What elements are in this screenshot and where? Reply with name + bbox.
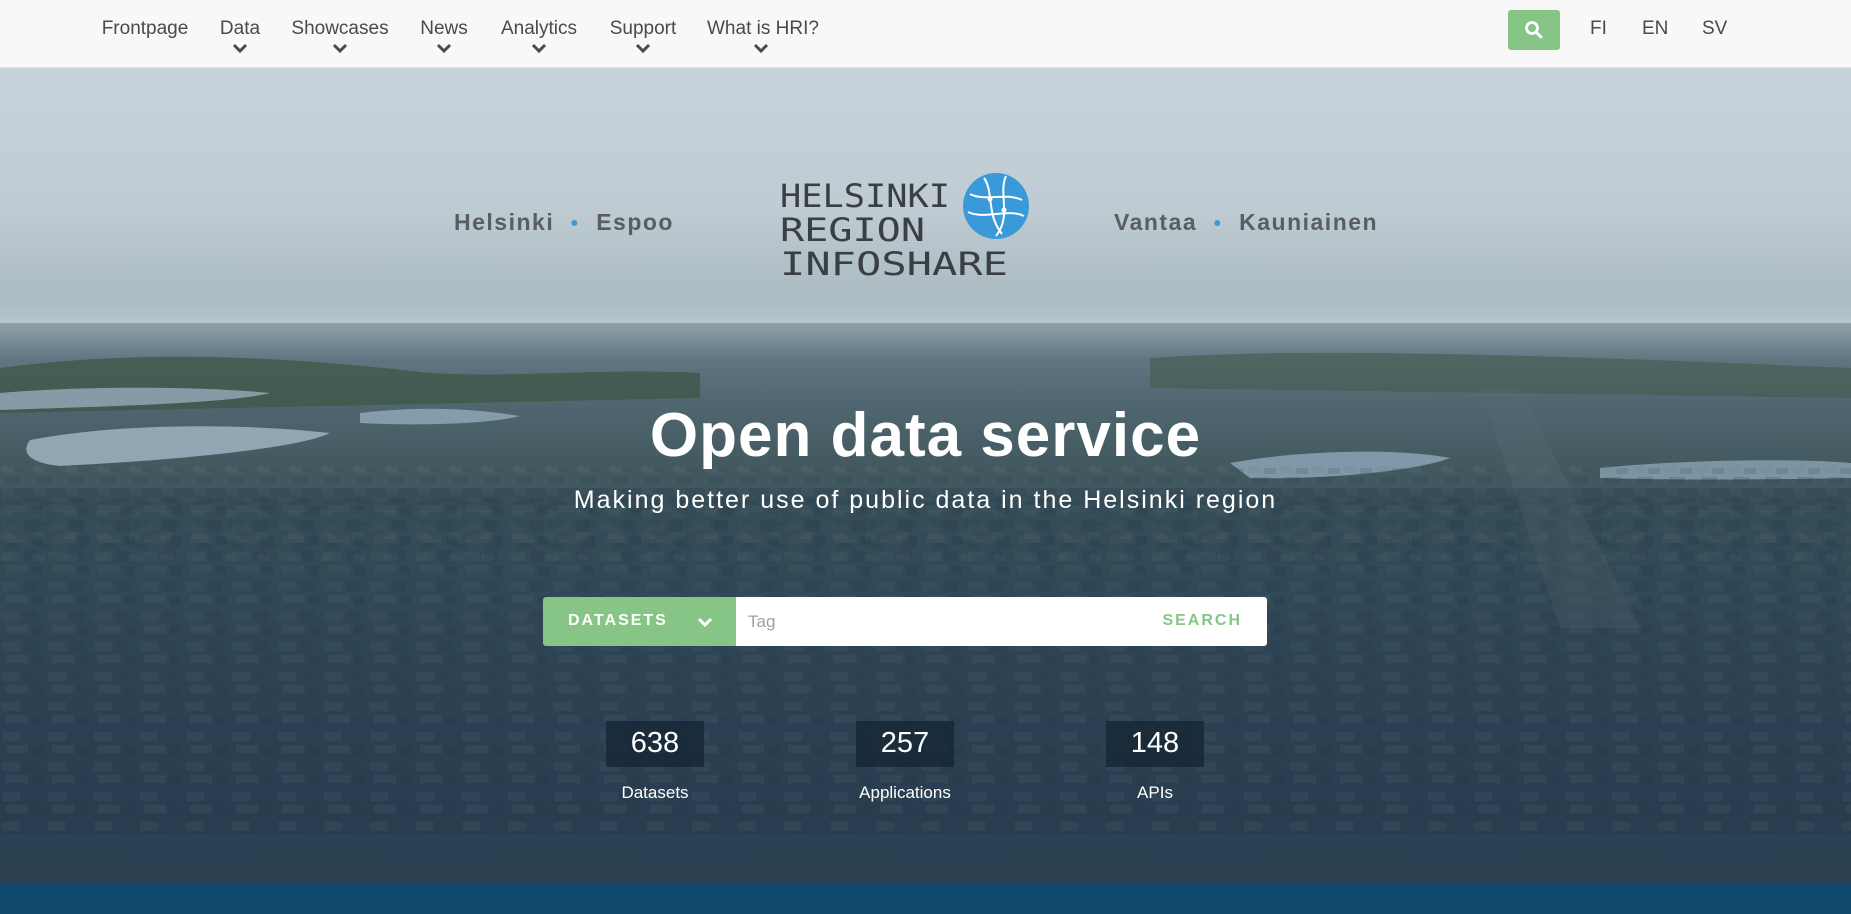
city-name: Helsinki [454,209,555,235]
chevron-down-icon [332,43,348,53]
hero-subtitle: Making better use of public data in the … [573,486,1278,514]
svg-text:HELSINKI: HELSINKI [780,177,950,215]
nav-item-data[interactable]: Data [210,0,270,68]
svg-text:REGION: REGION [780,211,925,249]
dot-separator-icon: ● [1213,214,1224,230]
lang-fi-link[interactable]: FI [1590,18,1607,40]
chevron-down-icon [232,43,248,53]
stat-datasets[interactable]: 638 Datasets [580,721,730,803]
nav-item-label: Support [609,18,677,39]
stat-apis[interactable]: 148 APIs [1080,721,1230,803]
top-navigation: Frontpage Data Showcases News Analytics … [0,0,1851,68]
nav-item-label: What is HRI? [707,18,819,39]
nav-item-label: Showcases [291,18,389,39]
section-divider [0,836,1851,884]
lang-sv-link[interactable]: SV [1702,18,1727,40]
search-category-label: DATASETS [568,612,668,629]
nav-item-analytics[interactable]: Analytics [497,0,581,68]
nav-item-label: Frontpage [101,18,189,39]
stat-label: Applications [859,783,951,802]
city-name: Espoo [596,209,674,235]
tag-search-input[interactable] [736,597,1067,646]
search-toggle-button[interactable] [1508,10,1560,50]
search-category-dropdown[interactable]: DATASETS [543,597,736,646]
nav-item-support[interactable]: Support [606,0,680,68]
stat-label: Datasets [621,783,689,802]
dot-separator-icon: ● [570,214,581,230]
nav-item-showcases[interactable]: Showcases [290,0,390,68]
stat-value: 638 [605,721,705,767]
chevron-down-icon [697,617,713,628]
chevron-down-icon [436,43,452,53]
stat-label: APIs [1137,783,1173,802]
nav-item-label: Analytics [500,18,578,39]
search-submit-button[interactable]: SEARCH [1067,597,1267,646]
chevron-down-icon [635,43,651,53]
search-submit-label: SEARCH [1162,612,1242,629]
nav-item-what-is-hri[interactable]: What is HRI? [707,0,819,68]
chevron-down-icon [753,43,769,53]
hri-logo-mark: HELSINKI REGION INFOSHARE [780,173,1029,283]
stat-applications[interactable]: 257 Applications [830,721,980,803]
hero-section: Helsinki ● Espoo Vantaa ● Kauniainen HELSINK… [0,68,1851,836]
nav-item-news[interactable]: News [414,0,474,68]
stat-value: 148 [1105,721,1205,767]
nav-item-frontpage[interactable]: Frontpage [92,0,198,68]
cities-right: Vantaa ● Kauniainen [1114,209,1378,236]
nav-item-label: News [420,18,468,39]
city-name: Kauniainen [1239,209,1379,235]
cities-left: Helsinki ● Espoo [454,209,674,236]
nav-item-label: Data [219,18,261,39]
lang-en-link[interactable]: EN [1642,18,1668,40]
stat-value: 257 [855,721,955,767]
hri-logo[interactable]: HELSINKI REGION INFOSHARE [780,172,1030,283]
city-name: Vantaa [1114,209,1198,235]
next-section-strip [0,884,1851,914]
hero-title: Open data service [649,401,1202,470]
search-icon [1525,21,1543,39]
svg-text:INFOSHARE: INFOSHARE [780,245,1008,282]
chevron-down-icon [531,43,547,53]
